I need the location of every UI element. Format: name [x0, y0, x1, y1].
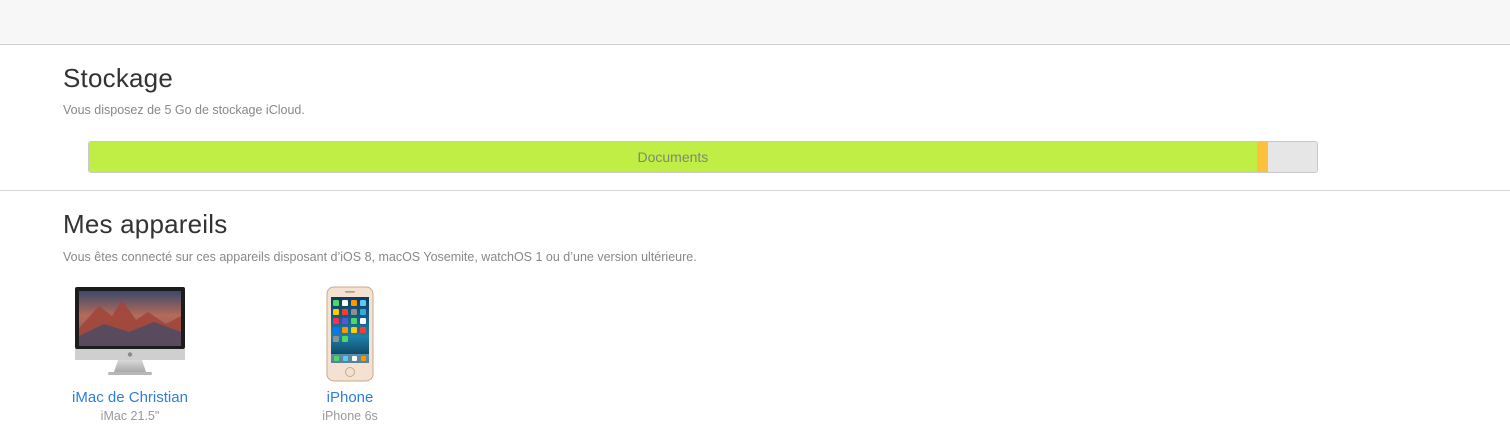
storage-subtitle: Vous disposez de 5 Go de stockage iCloud…	[63, 103, 305, 117]
storage-segment-free	[1267, 142, 1317, 172]
storage-bar[interactable]: Documents	[88, 141, 1318, 173]
device-name[interactable]: iMac de Christian	[50, 389, 210, 406]
storage-title: Stockage	[63, 63, 174, 93]
devices-title: Mes appareils	[63, 209, 228, 239]
device-model: iPhone 6s	[322, 409, 378, 423]
device-name[interactable]: iPhone	[270, 389, 430, 406]
storage-segment-label: Documents	[637, 149, 709, 165]
storage-segment-other[interactable]	[1256, 142, 1268, 172]
storage-segment-documents[interactable]: Documents	[89, 142, 1257, 172]
device-imac[interactable]: iMac de Christian iMac 21.5"	[50, 286, 210, 423]
iphone-icon[interactable]	[326, 286, 374, 382]
device-model: iMac 21.5"	[100, 409, 160, 423]
top-toolbar	[0, 0, 1510, 45]
storage-section: Stockage Vous disposez de 5 Go de stocka…	[0, 45, 1510, 191]
imac-icon[interactable]	[74, 286, 186, 382]
devices-section: Mes appareils Vous êtes connecté sur ces…	[0, 191, 1510, 448]
device-iphone[interactable]: iPhone iPhone 6s	[270, 286, 430, 423]
devices-subtitle: Vous êtes connecté sur ces appareils dis…	[63, 250, 697, 264]
